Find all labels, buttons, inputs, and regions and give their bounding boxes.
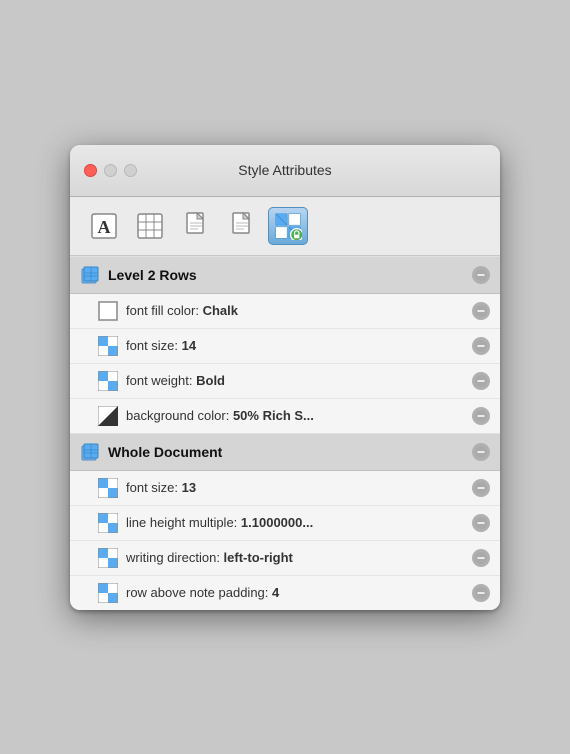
- icon-white-square: [98, 301, 118, 321]
- attr-row-font-fill-color: font fill color: Chalk: [70, 294, 500, 329]
- attr-row-writing-direction: writing direction: left-to-right: [70, 541, 500, 576]
- icon-blue-checker-4: [98, 513, 118, 533]
- attr-text-row-above-padding: row above note padding: 4: [126, 585, 464, 600]
- text-icon: A: [90, 212, 118, 240]
- attr-row-line-height: line height multiple: 1.1000000...: [70, 506, 500, 541]
- document2-icon: [228, 212, 256, 240]
- remove-attr-icon-6: [474, 516, 488, 530]
- title-bar: Style Attributes: [70, 145, 500, 197]
- remove-attr-row-above-padding[interactable]: [472, 584, 490, 602]
- icon-diagonal: [98, 406, 118, 426]
- toolbar-btn-table[interactable]: [130, 207, 170, 245]
- remove-attr-bg-color[interactable]: [472, 407, 490, 425]
- section-level2rows: Level 2 Rows font fill color: C: [70, 256, 500, 433]
- remove-attr-font-size-14[interactable]: [472, 337, 490, 355]
- style-attributes-window: Style Attributes A: [70, 145, 500, 610]
- remove-attr-icon-7: [474, 551, 488, 565]
- toolbar: A: [70, 197, 500, 256]
- icon-blue-checker-3: [98, 478, 118, 498]
- minimize-button[interactable]: [104, 164, 117, 177]
- content-area: Level 2 Rows font fill color: C: [70, 256, 500, 610]
- toolbar-btn-text[interactable]: A: [84, 207, 124, 245]
- remove-attr-font-size-13[interactable]: [472, 479, 490, 497]
- remove-section-wholedoc[interactable]: [472, 443, 490, 461]
- remove-section-level2rows[interactable]: [472, 266, 490, 284]
- remove-attr-icon-5: [474, 481, 488, 495]
- section-header-wholedoc: Whole Document: [70, 433, 500, 471]
- maximize-button[interactable]: [124, 164, 137, 177]
- remove-icon: [474, 268, 488, 282]
- icon-blue-checker-2: [98, 371, 118, 391]
- section-header-left: Level 2 Rows: [80, 265, 197, 285]
- attr-row-font-weight: font weight: Bold: [70, 364, 500, 399]
- icon-blue-checker-6: [98, 583, 118, 603]
- document1-icon: [182, 212, 210, 240]
- remove-attr-font-weight[interactable]: [472, 372, 490, 390]
- section-title-level2rows: Level 2 Rows: [108, 267, 197, 283]
- section-icon-level2rows: [80, 265, 100, 285]
- section-icon-wholedoc: [80, 442, 100, 462]
- window-title: Style Attributes: [238, 162, 331, 178]
- attr-row-bg-color: background color: 50% Rich S...: [70, 399, 500, 433]
- attr-row-row-above-padding: row above note padding: 4: [70, 576, 500, 610]
- remove-icon-2: [474, 445, 488, 459]
- remove-attr-icon: [474, 304, 488, 318]
- attr-text-writing-direction: writing direction: left-to-right: [126, 550, 464, 565]
- attr-row-font-size-13: font size: 13: [70, 471, 500, 506]
- attr-text-font-fill-color: font fill color: Chalk: [126, 303, 464, 318]
- remove-attr-font-fill-color[interactable]: [472, 302, 490, 320]
- remove-attr-icon-2: [474, 339, 488, 353]
- attr-text-bg-color: background color: 50% Rich S...: [126, 408, 464, 423]
- close-button[interactable]: [84, 164, 97, 177]
- toolbar-btn-doc1[interactable]: [176, 207, 216, 245]
- section-wholedoc: Whole Document: [70, 433, 500, 610]
- icon-blue-checker-1: [98, 336, 118, 356]
- attr-text-font-size-14: font size: 14: [126, 338, 464, 353]
- section-header-level2rows: Level 2 Rows: [70, 256, 500, 294]
- toolbar-btn-style[interactable]: [268, 207, 308, 245]
- svg-text:A: A: [98, 217, 111, 237]
- remove-attr-writing-direction[interactable]: [472, 549, 490, 567]
- remove-attr-icon-8: [474, 586, 488, 600]
- traffic-lights: [84, 164, 137, 177]
- attr-text-line-height: line height multiple: 1.1000000...: [126, 515, 464, 530]
- section-header-left-2: Whole Document: [80, 442, 222, 462]
- attr-row-font-size-14: font size: 14: [70, 329, 500, 364]
- icon-blue-checker-5: [98, 548, 118, 568]
- remove-attr-line-height[interactable]: [472, 514, 490, 532]
- toolbar-btn-doc2[interactable]: [222, 207, 262, 245]
- table-icon: [136, 212, 164, 240]
- style-icon: [274, 212, 302, 240]
- remove-attr-icon-3: [474, 374, 488, 388]
- attr-text-font-size-13: font size: 13: [126, 480, 464, 495]
- attr-text-font-weight: font weight: Bold: [126, 373, 464, 388]
- section-title-wholedoc: Whole Document: [108, 444, 222, 460]
- remove-attr-icon-4: [474, 409, 488, 423]
